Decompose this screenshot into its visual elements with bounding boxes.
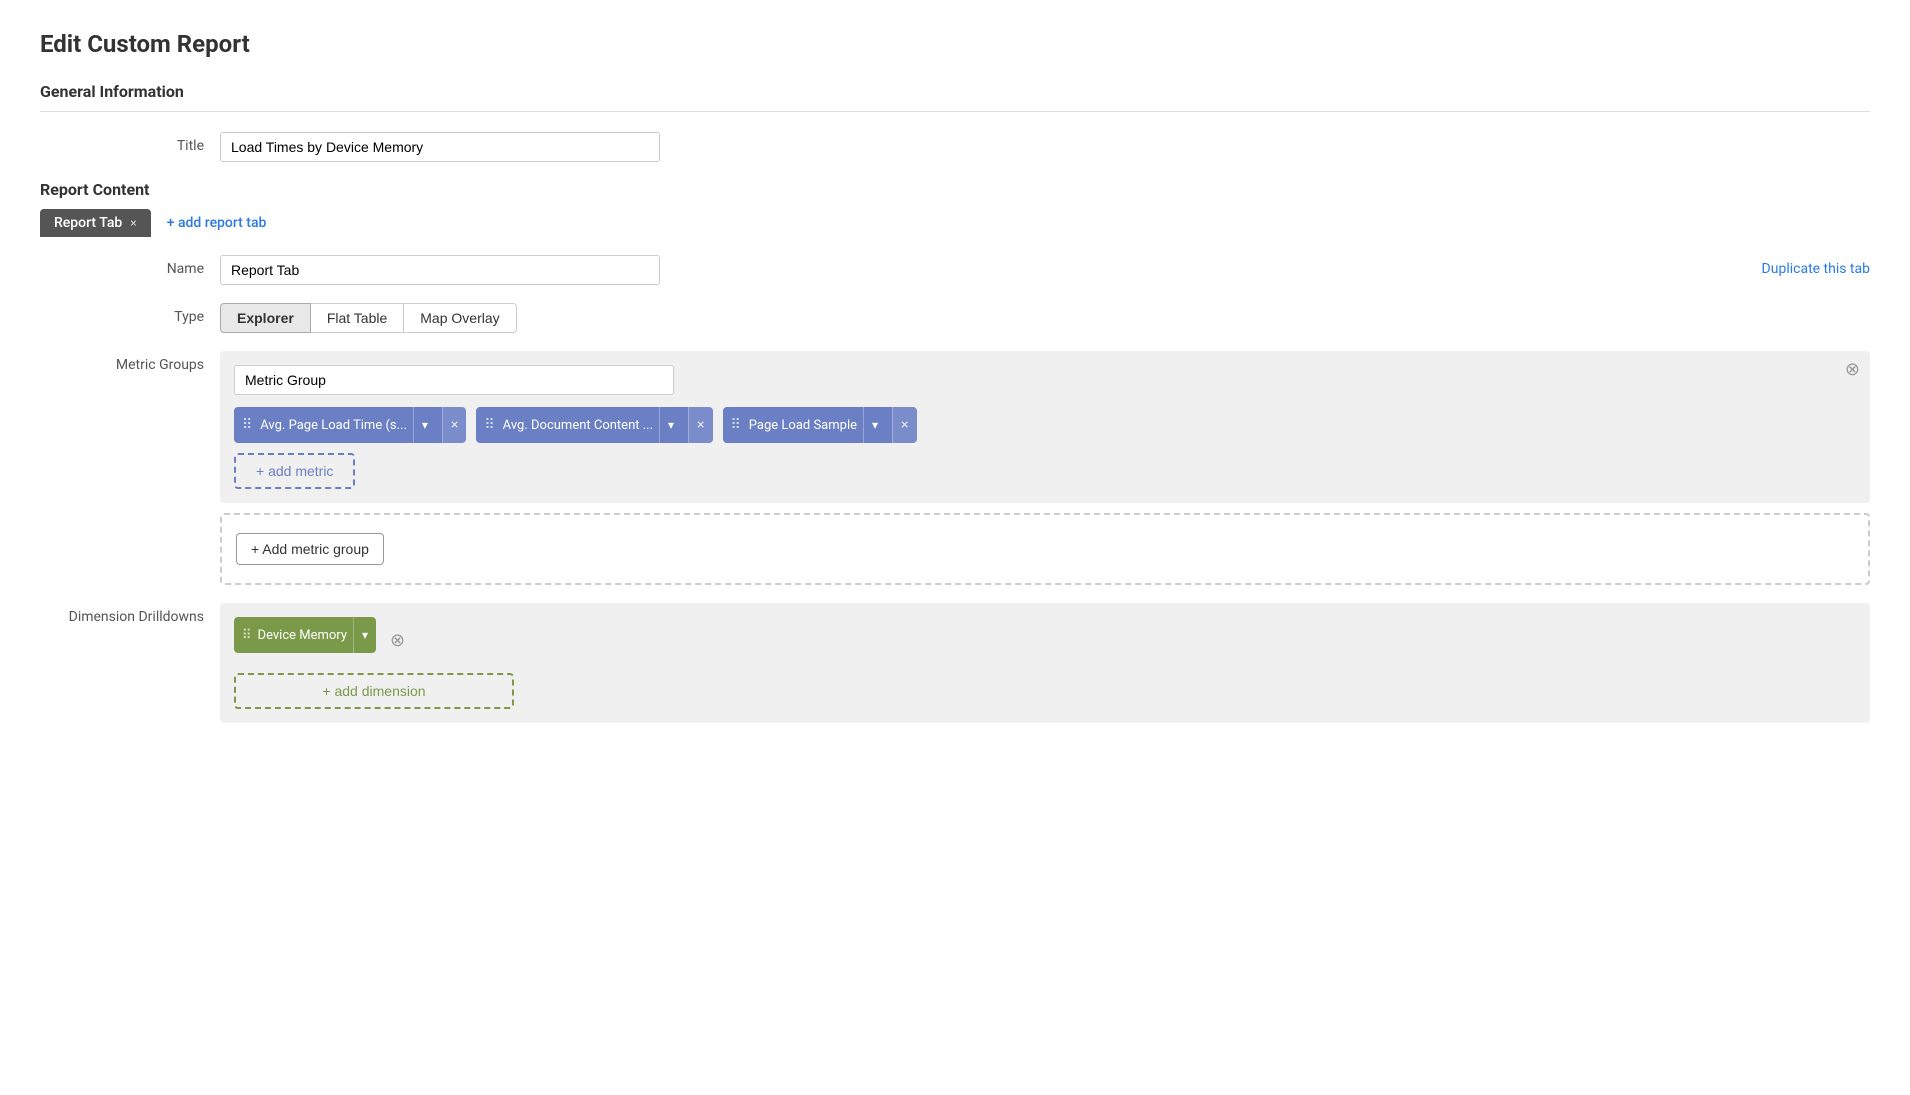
report-content-section: Report Content Report Tab × + add report…: [40, 180, 1870, 723]
title-input[interactable]: [220, 132, 660, 162]
metric-groups-row: Metric Groups ⊗ ⠿ Avg. Page Load Time (s…: [40, 351, 1870, 585]
tab-label: Report Tab: [54, 215, 122, 231]
metric-groups-label: Metric Groups: [40, 351, 220, 373]
general-info-section: General Information Title: [40, 82, 1870, 162]
metric-dropdown-3[interactable]: ▾: [863, 407, 886, 443]
dimension-pill-device-memory[interactable]: ⠿ Device Memory ▾: [234, 617, 376, 653]
title-row: Title: [40, 132, 1870, 162]
dimension-drag-handle: ⠿: [242, 628, 252, 643]
dimension-drilldowns-label: Dimension Drilldowns: [40, 603, 220, 625]
metric-close-3[interactable]: ×: [892, 407, 916, 443]
name-row: Name Duplicate this tab: [40, 255, 1870, 285]
type-explorer-button[interactable]: Explorer: [220, 303, 311, 333]
metric-close-2[interactable]: ×: [688, 407, 712, 443]
name-label: Name: [40, 255, 220, 277]
dimension-drilldowns-content: ⠿ Device Memory ▾ ⊗ + add dimension: [220, 603, 1870, 723]
report-content-heading: Report Content: [40, 180, 1870, 199]
metric-pill-3[interactable]: ⠿ Page Load Sample ▾ ×: [723, 407, 917, 443]
add-metric-group-button[interactable]: + Add metric group: [236, 533, 384, 565]
type-row: Type Explorer Flat Table Map Overlay: [40, 303, 1870, 333]
metric-pill-label-1: Avg. Page Load Time (s...: [260, 418, 407, 433]
metric-pill-2[interactable]: ⠿ Avg. Document Content ... ▾ ×: [476, 407, 712, 443]
metric-pill-label-2: Avg. Document Content ...: [503, 418, 653, 433]
metric-close-1[interactable]: ×: [442, 407, 466, 443]
dimension-close-icon[interactable]: ⊗: [390, 630, 405, 651]
report-tab[interactable]: Report Tab ×: [40, 209, 151, 237]
metric-drag-handle-2: ⠿: [484, 417, 494, 433]
dimension-box: ⠿ Device Memory ▾ ⊗ + add dimension: [220, 603, 1870, 723]
tab-name-input[interactable]: [220, 255, 660, 285]
type-map-overlay-button[interactable]: Map Overlay: [404, 303, 516, 333]
type-buttons-container: Explorer Flat Table Map Overlay: [220, 303, 1870, 333]
dimension-dropdown[interactable]: ▾: [353, 617, 376, 653]
general-info-heading: General Information: [40, 82, 1870, 101]
tabs-bar: Report Tab × + add report tab: [40, 209, 1870, 237]
metric-group-name-input[interactable]: [234, 365, 674, 395]
metric-group-box: ⊗ ⠿ Avg. Page Load Time (s... ▾ × ⠿ Avg.…: [220, 351, 1870, 503]
add-metric-group-box: + Add metric group: [220, 513, 1870, 585]
type-flat-table-button[interactable]: Flat Table: [311, 303, 404, 333]
add-metric-button[interactable]: + add metric: [234, 453, 355, 489]
add-report-tab-link[interactable]: + add report tab: [167, 215, 267, 231]
metric-dropdown-1[interactable]: ▾: [413, 407, 436, 443]
metric-group-close-icon[interactable]: ⊗: [1845, 361, 1860, 379]
metric-pill-label-3: Page Load Sample: [749, 418, 857, 433]
tab-close-icon[interactable]: ×: [130, 216, 136, 230]
add-dimension-button[interactable]: + add dimension: [234, 673, 514, 709]
title-label: Title: [40, 132, 220, 154]
type-button-group: Explorer Flat Table Map Overlay: [220, 303, 1870, 333]
dimension-pill-row: ⠿ Device Memory ▾ ⊗: [234, 617, 1856, 663]
metric-pill-1[interactable]: ⠿ Avg. Page Load Time (s... ▾ ×: [234, 407, 466, 443]
metric-drag-handle-1: ⠿: [242, 417, 252, 433]
metric-dropdown-2[interactable]: ▾: [659, 407, 682, 443]
dimension-pill-label: Device Memory: [258, 628, 347, 643]
metric-drag-handle-3: ⠿: [731, 417, 741, 433]
page-title: Edit Custom Report: [40, 30, 1870, 58]
metric-groups-content: ⊗ ⠿ Avg. Page Load Time (s... ▾ × ⠿ Avg.…: [220, 351, 1870, 585]
dimension-drilldowns-row: Dimension Drilldowns ⠿ Device Memory ▾ ⊗…: [40, 603, 1870, 723]
duplicate-tab-link[interactable]: Duplicate this tab: [1762, 255, 1870, 277]
name-field-container: [220, 255, 1762, 285]
type-label: Type: [40, 303, 220, 325]
title-field-container: [220, 132, 1870, 162]
metrics-row: ⠿ Avg. Page Load Time (s... ▾ × ⠿ Avg. D…: [234, 407, 1856, 443]
